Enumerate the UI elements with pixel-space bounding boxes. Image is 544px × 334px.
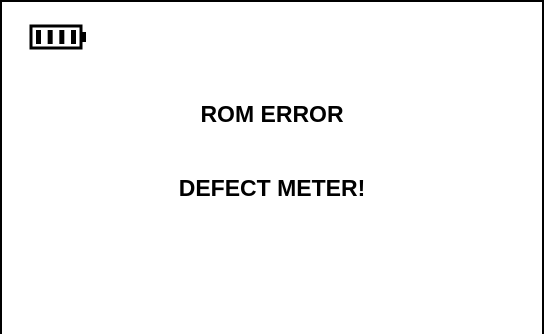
battery-full-icon [29,24,86,50]
error-title: ROM ERROR [200,101,344,127]
battery-bars [36,30,76,44]
battery-bar [71,30,76,44]
error-detail: DEFECT METER! [178,175,366,201]
battery-bar [36,30,41,44]
battery-icon [29,24,89,50]
battery-bar [59,30,65,44]
battery-bar [47,30,53,44]
device-display: ROM ERROR DEFECT METER! [0,0,544,334]
battery-terminal [81,32,86,42]
